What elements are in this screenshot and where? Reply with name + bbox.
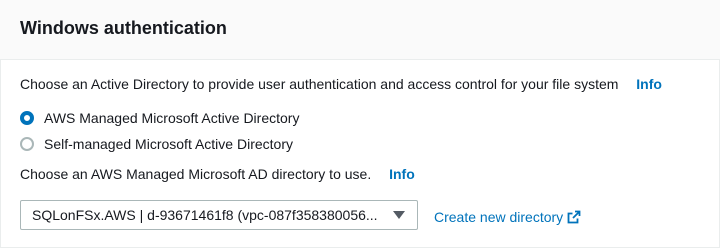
directory-select-label-text: Choose an AWS Managed Microsoft AD direc… <box>20 166 372 182</box>
directory-select-label: Choose an AWS Managed Microsoft AD direc… <box>20 166 415 182</box>
radio-unchecked-icon[interactable] <box>20 137 34 151</box>
radio-self-managed[interactable]: Self-managed Microsoft Active Directory <box>20 134 293 154</box>
radio-checked-icon[interactable] <box>20 111 34 125</box>
caret-down-icon <box>393 211 405 219</box>
description-line: Choose an Active Directory to provide us… <box>20 76 662 92</box>
radio-label-aws-managed: AWS Managed Microsoft Active Directory <box>44 110 300 126</box>
radio-label-self-managed: Self-managed Microsoft Active Directory <box>44 136 293 152</box>
directory-info-link[interactable]: Info <box>389 166 415 182</box>
radio-aws-managed[interactable]: AWS Managed Microsoft Active Directory <box>20 108 299 128</box>
description-info-link[interactable]: Info <box>636 76 662 92</box>
section-title: Windows authentication <box>20 18 227 38</box>
create-new-directory-label: Create new directory <box>434 209 564 225</box>
description-text: Choose an Active Directory to provide us… <box>20 76 619 92</box>
directory-select-value: SQLonFSx.AWS | d-93671461f8 (vpc-087f358… <box>32 207 378 223</box>
external-link-icon <box>567 210 581 224</box>
create-new-directory-link[interactable]: Create new directory <box>434 209 581 225</box>
directory-select[interactable]: SQLonFSx.AWS | d-93671461f8 (vpc-087f358… <box>20 200 418 230</box>
section-header: Windows authentication <box>0 0 720 60</box>
